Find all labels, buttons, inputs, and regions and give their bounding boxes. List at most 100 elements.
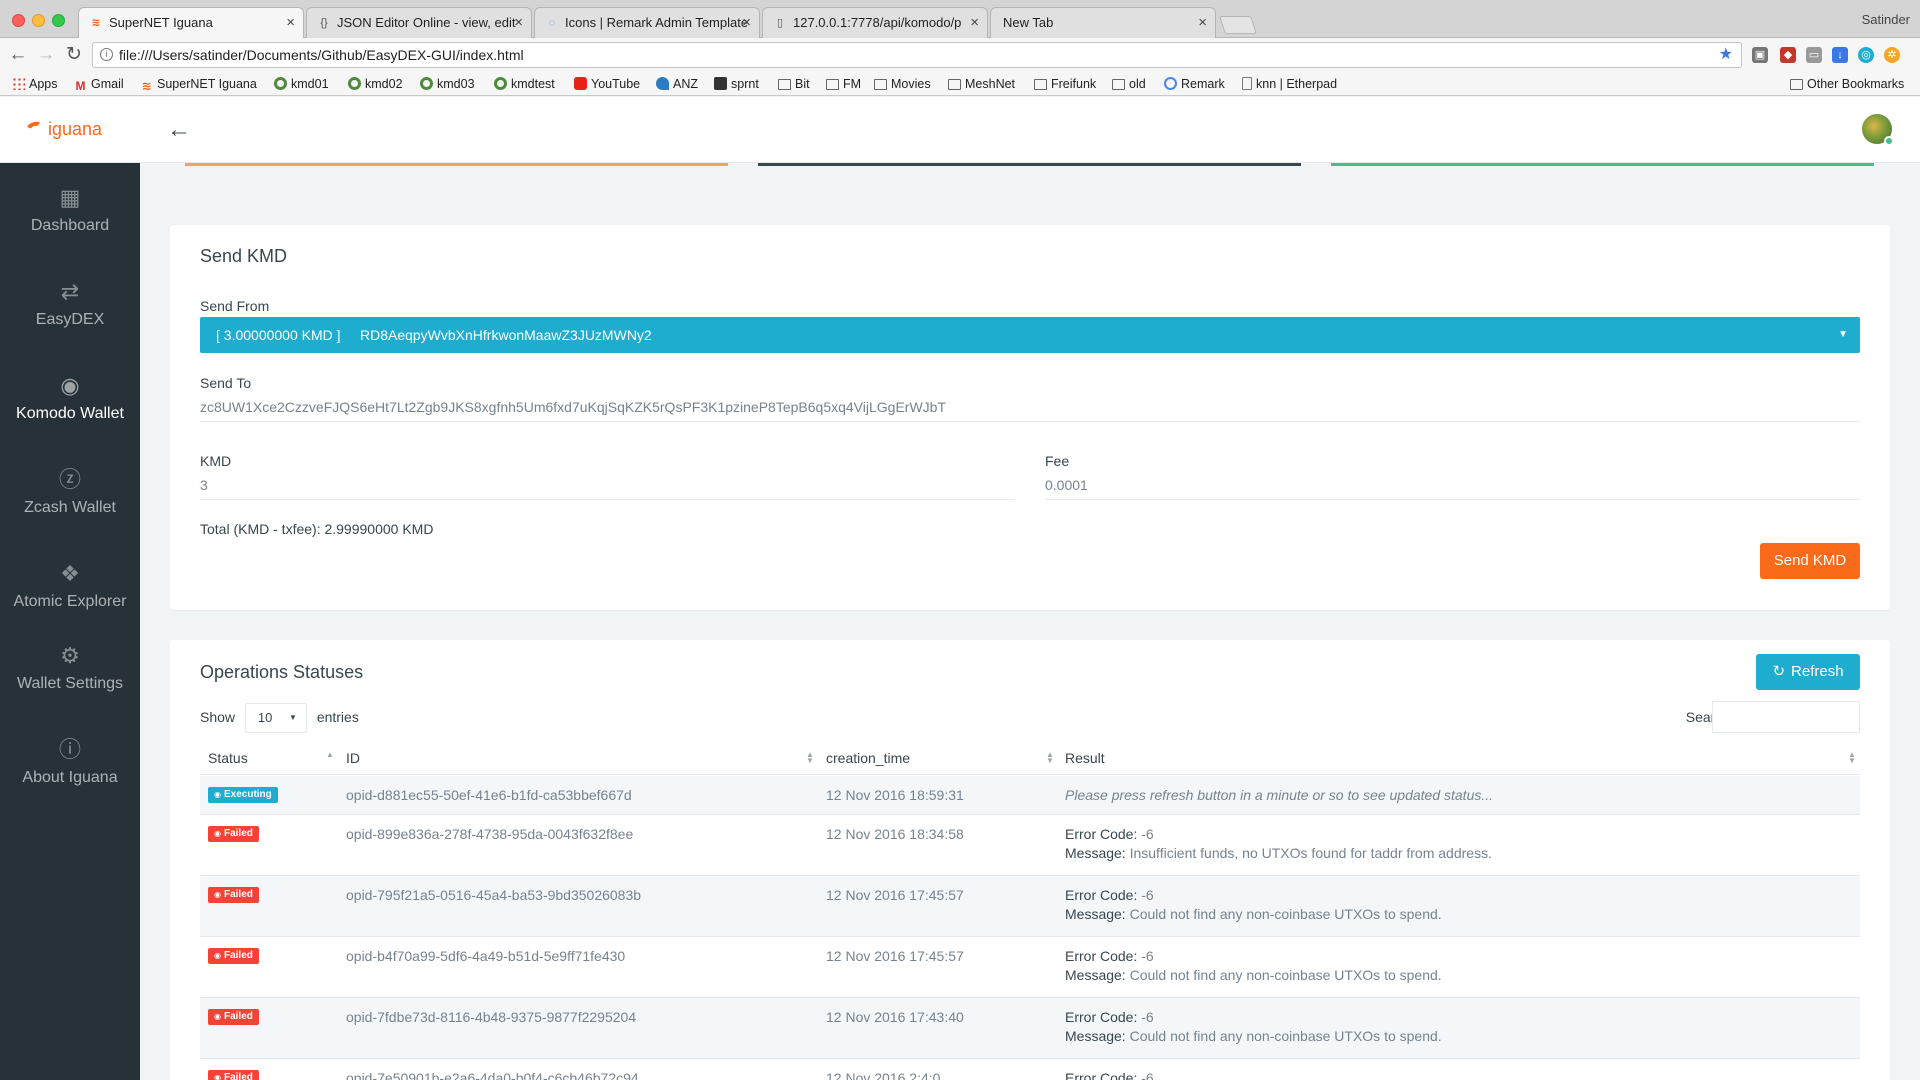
- address-bar[interactable]: i file:///Users/satinder/Documents/Githu…: [92, 42, 1742, 68]
- column-id[interactable]: ID: [346, 741, 360, 775]
- bookmark-kmd01[interactable]: kmd01: [274, 76, 329, 92]
- minimize-window-button[interactable]: [32, 14, 45, 27]
- amount-input[interactable]: 3: [200, 470, 1015, 500]
- bookmark-folder-meshnet[interactable]: MeshNet: [948, 76, 1015, 92]
- page-icon: ▯: [776, 17, 784, 29]
- table-row: ◉ Failed opid-b4f70a99-5df6-4a49-b51d-5e9…: [200, 937, 1860, 998]
- sidebar-item-komodo-wallet[interactable]: ◉ Komodo Wallet: [0, 371, 140, 465]
- entries-select[interactable]: 10 ▼: [244, 703, 307, 734]
- bookmark-other-bookmarks[interactable]: Other Bookmarks: [1790, 76, 1904, 92]
- bookmark-etherpad[interactable]: knn | Etherpad: [1242, 76, 1337, 92]
- download-extension-icon[interactable]: ↓: [1832, 47, 1848, 63]
- bookmark-supernet[interactable]: ≋ SuperNET Iguana: [140, 76, 256, 93]
- sidebar-item-atomic-explorer[interactable]: ❖ Atomic Explorer: [0, 559, 140, 653]
- sort-asc-icon[interactable]: ▲: [326, 751, 334, 759]
- close-tab-icon[interactable]: ×: [742, 8, 751, 38]
- bookmark-kmd02[interactable]: kmd02: [348, 76, 403, 92]
- back-icon[interactable]: ←: [6, 43, 30, 67]
- extension-lock-icon[interactable]: ▣: [1752, 47, 1768, 63]
- online-status-dot: [1884, 136, 1894, 146]
- sort-icon[interactable]: ▲ ▼: [1046, 751, 1054, 765]
- new-tab-button[interactable]: [1219, 16, 1257, 34]
- fee-label: Fee: [1045, 453, 1070, 469]
- bookmark-anz[interactable]: ANZ: [656, 76, 698, 92]
- profile-name[interactable]: Satinder: [1862, 12, 1910, 27]
- sort-icon[interactable]: ▲ ▼: [806, 751, 814, 765]
- folder-icon: [826, 79, 839, 90]
- forward-icon[interactable]: →: [34, 43, 58, 67]
- bookmark-kmd03[interactable]: kmd03: [420, 76, 475, 92]
- bookmark-folder-movies[interactable]: Movies: [874, 76, 931, 92]
- send-from-select[interactable]: [ 3.00000000 KMD ] RD8AeqpyWvbXnHfrkwonM…: [200, 317, 1860, 353]
- iguana-logo-icon: [24, 119, 46, 139]
- exchange-icon: ⇄: [60, 279, 80, 304]
- app-header: iguana ←: [0, 97, 1920, 163]
- close-tab-icon[interactable]: ×: [514, 8, 523, 38]
- extension-gear-icon[interactable]: ✲: [1884, 47, 1900, 63]
- close-tab-icon[interactable]: ×: [286, 8, 295, 38]
- browser-tab-new[interactable]: New Tab ×: [990, 7, 1216, 38]
- eye-icon: ◉: [214, 951, 221, 960]
- browser-tab-json-editor[interactable]: {} JSON Editor Online - view, edit ×: [306, 7, 532, 38]
- sort-icon[interactable]: ▲ ▼: [1848, 751, 1856, 765]
- browser-tab-supernet[interactable]: ≋ SuperNET Iguana ×: [78, 7, 304, 39]
- refresh-button[interactable]: ↻ Refresh: [1756, 654, 1860, 690]
- send-kmd-button[interactable]: Send KMD: [1760, 543, 1860, 579]
- result-error: Error Code: -6 Message: Insufficient fund…: [1065, 826, 1492, 861]
- sidebar-item-about-iguana[interactable]: ⓘ About Iguana: [0, 735, 140, 829]
- send-kmd-panel: Send KMD Send From [ 3.00000000 KMD ] RD…: [170, 225, 1890, 610]
- maximize-window-button[interactable]: [52, 14, 65, 27]
- fee-input[interactable]: 0.0001: [1045, 470, 1860, 500]
- bookmark-star-icon[interactable]: ★: [1719, 43, 1733, 67]
- eye-icon: ◉: [214, 1012, 221, 1021]
- bookmark-folder-bit[interactable]: Bit: [778, 76, 810, 92]
- sidebar-item-dashboard[interactable]: ▦ Dashboard: [0, 183, 140, 277]
- chevron-down-icon: ▼: [1838, 329, 1848, 340]
- bookmark-remark[interactable]: Remark: [1164, 76, 1225, 92]
- column-status[interactable]: Status: [208, 741, 248, 775]
- status-badge: ◉ Failed: [208, 1009, 259, 1025]
- close-tab-icon[interactable]: ×: [1198, 8, 1207, 38]
- iguana-logo[interactable]: iguana: [24, 119, 102, 140]
- amount-label: KMD: [200, 453, 232, 469]
- sidebar-item-zcash-wallet[interactable]: ⓩ Zcash Wallet: [0, 465, 140, 559]
- search-input[interactable]: [1712, 701, 1860, 733]
- cast-icon[interactable]: ▭: [1806, 47, 1822, 63]
- status-badge: ◉ Executing: [208, 787, 278, 803]
- creation-time: 12 Nov 2016 17:43:40: [826, 1009, 964, 1025]
- reload-icon[interactable]: ↻: [62, 43, 86, 67]
- operation-id: opid-7e50901b-e2a6-4da0-b0f4-c6cb46b72c9…: [346, 1070, 639, 1080]
- column-result[interactable]: Result: [1065, 741, 1105, 775]
- bookmark-gmail[interactable]: M Gmail: [74, 76, 124, 93]
- eye-icon: ◉: [214, 1073, 221, 1080]
- table-row: ◉ Executing opid-d881ec55-50ef-41e6-b1fd-…: [200, 776, 1860, 815]
- browser-tab-api[interactable]: ▯ 127.0.0.1:7778/api/komodo/p ×: [762, 7, 988, 38]
- extension-circle-icon[interactable]: ◎: [1858, 47, 1874, 63]
- bookmark-apps[interactable]: Apps: [12, 76, 58, 92]
- bookmark-folder-old[interactable]: old: [1112, 76, 1146, 92]
- page-info-icon[interactable]: i: [100, 48, 113, 61]
- column-creation-time[interactable]: creation_time: [826, 741, 910, 775]
- chevron-down-icon: ▼: [289, 713, 297, 723]
- bookmark-sprnt[interactable]: sprnt: [714, 76, 759, 92]
- table-row: ◉ Failed opid-7fdbe73d-8116-4b48-9375-987…: [200, 998, 1860, 1059]
- send-to-label: Send To: [200, 375, 252, 391]
- sidebar-item-easydex[interactable]: ⇄ EasyDEX: [0, 277, 140, 371]
- ublock-icon[interactable]: ◆: [1780, 47, 1796, 63]
- folder-icon: [1790, 79, 1803, 90]
- close-window-button[interactable]: [12, 14, 25, 27]
- send-to-input[interactable]: zc8UW1Xce2CzzveFJQS6eHt7Lt2Zgb9JKS8xgfnh…: [200, 392, 1860, 422]
- gear-icon: ⚙: [60, 643, 80, 668]
- bookmark-folder-fm[interactable]: FM: [826, 76, 861, 92]
- avatar[interactable]: [1862, 114, 1894, 146]
- bookmark-kmdtest[interactable]: kmdtest: [494, 76, 555, 92]
- operation-id: opid-d881ec55-50ef-41e6-b1fd-ca53bbef667…: [346, 787, 632, 803]
- close-tab-icon[interactable]: ×: [970, 8, 979, 38]
- total-after-fee: Total (KMD - txfee): 2.99990000 KMD: [200, 521, 434, 537]
- browser-tab-remark-icons[interactable]: ◌ Icons | Remark Admin Template ×: [534, 7, 760, 38]
- sidebar-item-wallet-settings[interactable]: ⚙ Wallet Settings: [0, 641, 140, 735]
- bookmark-folder-freifunk[interactable]: Freifunk: [1034, 76, 1096, 92]
- status-badge: ◉ Failed: [208, 948, 259, 964]
- bookmark-youtube[interactable]: YouTube: [574, 76, 640, 92]
- back-arrow-icon[interactable]: ←: [164, 115, 194, 145]
